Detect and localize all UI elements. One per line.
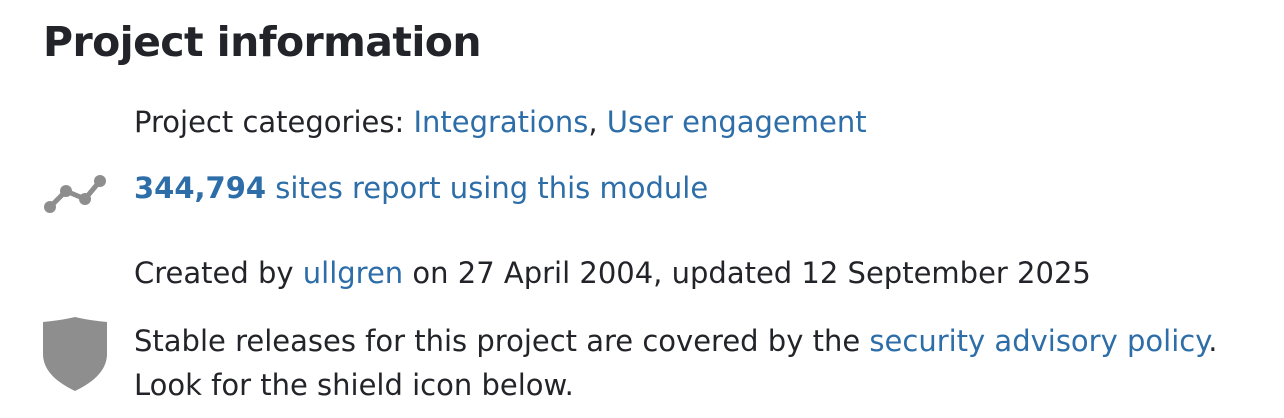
author-link[interactable]: ullgren (303, 256, 403, 290)
category-link-user-engagement[interactable]: User engagement (607, 105, 867, 139)
security-line-2: Look for the shield icon below. (134, 368, 574, 402)
created-prefix: Created by (134, 256, 303, 290)
usage-text: sites report using this module (266, 171, 709, 205)
project-categories: Project categories: Integrations, User e… (134, 101, 867, 143)
usage-statistics-link[interactable]: 344,794 sites report using this module (134, 171, 708, 205)
shield-icon (43, 317, 107, 391)
usage-statistics: 344,794 sites report using this module (134, 167, 708, 209)
categories-label: Project categories: (134, 105, 414, 139)
security-coverage: Stable releases for this project are cov… (134, 319, 1217, 407)
security-line-1: Stable releases for this project are cov… (134, 319, 1217, 363)
usage-stats-icon (44, 175, 106, 213)
security-advisory-policy-link[interactable]: security advisory policy (869, 324, 1208, 358)
category-link-integrations[interactable]: Integrations (413, 105, 588, 139)
created-info: Created by ullgren on 27 April 2004, upd… (134, 252, 1091, 294)
section-title: Project information (43, 18, 482, 66)
security-period: . (1208, 324, 1218, 358)
usage-count: 344,794 (134, 171, 267, 205)
security-text: Stable releases for this project are cov… (134, 324, 870, 358)
created-dates: on 27 April 2004, updated 12 September 2… (403, 256, 1091, 290)
categories-separator: , (588, 105, 607, 139)
